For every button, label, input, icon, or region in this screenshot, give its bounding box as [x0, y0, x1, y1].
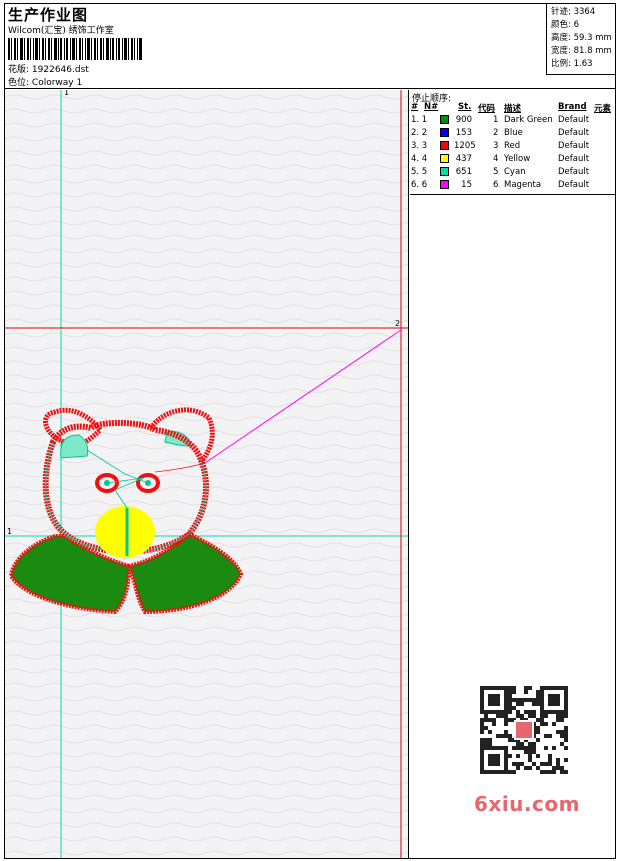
color-swatch	[440, 141, 449, 150]
row-brand: Default	[558, 141, 590, 151]
embroidery-preview: 1 1 2	[5, 90, 408, 858]
stat-scale-value: 1.63	[573, 59, 593, 69]
design-file: 花版: 1922646.dst	[8, 62, 89, 75]
row-code: 4	[493, 154, 499, 164]
barcode	[8, 38, 142, 60]
row-order: 6. 6	[411, 180, 428, 190]
row-stitches: 15	[461, 180, 472, 190]
row-desc: Red	[504, 141, 521, 151]
stats-box: 针迹: 3364 颜色: 6 高度: 59.3 mm 宽度: 81.8 mm 比…	[546, 3, 616, 75]
row-code: 1	[493, 115, 499, 125]
stat-colors: 颜色: 6	[551, 18, 579, 30]
col-header-stitches: St.	[458, 102, 472, 112]
design-label: 花版:	[8, 65, 30, 75]
stat-scale: 比例: 1.63	[551, 57, 593, 69]
color-swatch	[440, 115, 449, 124]
row-desc: Dark Green	[504, 115, 553, 125]
qr-code	[470, 680, 578, 782]
col-header-element: 元素	[594, 104, 612, 114]
design-canvas[interactable]: 1 1 2	[5, 90, 409, 858]
marker-1-left: 1	[7, 527, 12, 536]
row-brand: Default	[558, 180, 590, 190]
row-order: 5. 5	[411, 167, 428, 177]
panel-divider	[410, 194, 615, 195]
color-row[interactable]: 3. 3 1205 3 Red Default	[410, 141, 615, 154]
colorway-label: 色位:	[8, 78, 30, 88]
color-row[interactable]: 1. 1 900 1 Dark Green Default	[410, 115, 615, 128]
muzzle-yellow	[95, 506, 155, 558]
col-header-needle: N#	[424, 102, 439, 112]
stat-width: 宽度: 81.8 mm	[551, 44, 612, 56]
stat-width-value: 81.8 mm	[573, 46, 612, 56]
col-header-order: #	[411, 102, 419, 112]
row-stitches: 153	[455, 128, 472, 138]
row-order: 3. 3	[411, 141, 428, 151]
header: 生产作业图 Wilcom(汇宝) 绣饰工作室 花版: 1922646.dst 色…	[4, 3, 616, 89]
row-desc: Blue	[504, 128, 523, 138]
row-order: 4. 4	[411, 154, 428, 164]
color-row[interactable]: 5. 5 651 5 Cyan Default	[410, 167, 615, 180]
row-code: 6	[493, 180, 499, 190]
color-swatch	[440, 154, 449, 163]
watermark-site: 6xiu.com	[474, 792, 580, 816]
company-name: Wilcom(汇宝) 绣饰工作室	[8, 26, 114, 36]
color-row[interactable]: 2. 2 153 2 Blue Default	[410, 128, 615, 141]
row-desc: Yellow	[504, 154, 531, 164]
row-stitches: 651	[455, 167, 472, 177]
row-stitches: 437	[455, 154, 472, 164]
stat-colors-label: 颜色:	[551, 20, 571, 30]
row-stitches: 900	[455, 115, 472, 125]
row-code: 2	[493, 128, 499, 138]
color-row[interactable]: 6. 6 15 6 Magenta Default	[410, 180, 615, 193]
color-swatch	[440, 167, 449, 176]
row-brand: Default	[558, 154, 590, 164]
marker-1-top: 1	[64, 90, 69, 97]
page-title: 生产作业图	[8, 6, 89, 24]
col-header-brand: Brand	[558, 102, 587, 112]
row-stitches: 1205	[454, 141, 476, 151]
row-brand: Default	[558, 167, 590, 177]
row-brand: Default	[558, 115, 590, 125]
row-brand: Default	[558, 128, 590, 138]
stat-width-label: 宽度:	[551, 46, 571, 56]
stat-stitches-value: 3364	[573, 7, 596, 17]
col-header-desc: 描述	[504, 104, 522, 114]
col-header-code: 代码	[478, 104, 496, 114]
colorway-value: Colorway 1	[31, 78, 83, 88]
row-desc: Magenta	[504, 180, 542, 190]
marker-2: 2	[395, 319, 400, 328]
row-code: 3	[493, 141, 499, 151]
stat-stitches-label: 针迹:	[551, 7, 571, 17]
color-swatch	[440, 128, 449, 137]
design-value: 1922646.dst	[31, 65, 89, 75]
colorway: 色位: Colorway 1	[8, 75, 82, 88]
stat-height-value: 59.3 mm	[573, 33, 612, 43]
color-row[interactable]: 4. 4 437 4 Yellow Default	[410, 154, 615, 167]
row-order: 1. 1	[411, 115, 428, 125]
stat-scale-label: 比例:	[551, 59, 571, 69]
stat-height: 高度: 59.3 mm	[551, 31, 612, 43]
row-order: 2. 2	[411, 128, 428, 138]
stat-colors-value: 6	[573, 20, 579, 30]
row-code: 5	[493, 167, 499, 177]
color-swatch	[440, 180, 449, 189]
stat-height-label: 高度:	[551, 33, 571, 43]
row-desc: Cyan	[504, 167, 526, 177]
stat-stitches: 针迹: 3364	[551, 5, 595, 17]
